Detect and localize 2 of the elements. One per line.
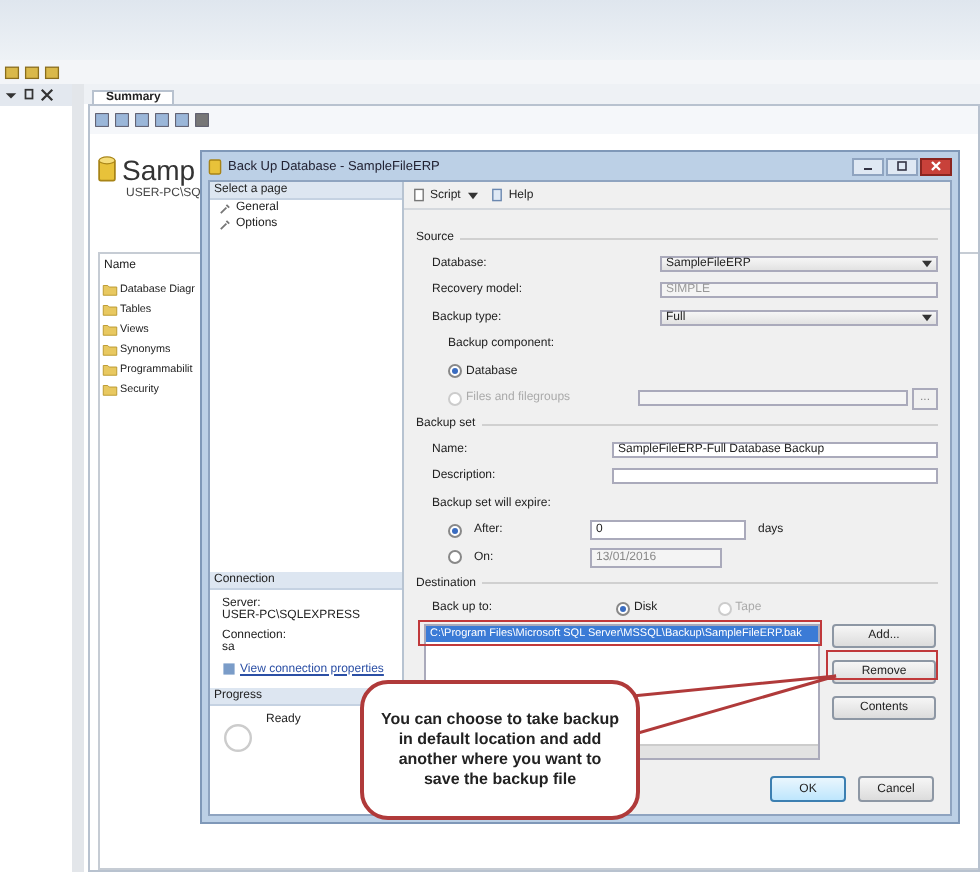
- database-title: Samp: [122, 154, 196, 186]
- callout-note: You can choose to take backup in default location and add another where you want to save the backup file: [360, 680, 640, 820]
